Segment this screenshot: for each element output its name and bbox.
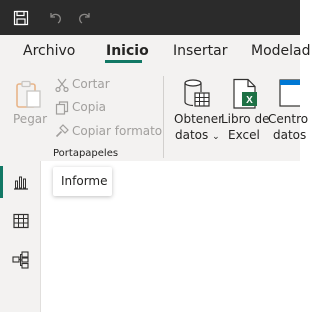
table-view-icon[interactable] bbox=[13, 213, 29, 229]
report-view-tooltip: Informe bbox=[53, 167, 112, 196]
tab-modelado[interactable]: Modelad bbox=[251, 43, 311, 59]
svg-text:X: X bbox=[246, 95, 253, 106]
tooltip-label: Informe bbox=[61, 174, 108, 188]
copy-icon bbox=[55, 100, 69, 115]
active-tab-indicator bbox=[105, 60, 142, 63]
get-data-dropdown[interactable]: datos ⌄ bbox=[175, 128, 220, 142]
model-view-icon[interactable] bbox=[12, 251, 30, 269]
data-hub-label-1[interactable]: Centro bbox=[268, 112, 308, 126]
tab-inicio[interactable]: Inicio bbox=[106, 43, 149, 59]
undo-icon[interactable] bbox=[44, 0, 66, 35]
chevron-down-icon: ⌄ bbox=[212, 132, 220, 142]
paste-icon bbox=[14, 79, 44, 109]
copy-button[interactable]: Copia bbox=[72, 100, 106, 114]
format-painter-icon bbox=[55, 123, 69, 138]
data-hub-icon bbox=[278, 78, 307, 110]
title-bar bbox=[0, 0, 300, 35]
format-painter-button[interactable]: Copiar formato bbox=[72, 124, 162, 138]
save-icon[interactable] bbox=[10, 0, 32, 35]
ribbon-group-separator bbox=[163, 76, 164, 158]
excel-workbook-icon: X bbox=[230, 78, 260, 110]
cut-icon bbox=[55, 77, 69, 93]
cut-button[interactable]: Cortar bbox=[72, 77, 110, 91]
get-data-label-2: datos bbox=[175, 128, 209, 142]
ribbon-tabs: Archivo Inicio Insertar Modelad bbox=[0, 35, 311, 69]
get-data-label-1[interactable]: Obtener bbox=[174, 112, 223, 126]
redo-icon[interactable] bbox=[74, 0, 96, 35]
tab-insertar[interactable]: Insertar bbox=[173, 43, 228, 59]
excel-workbook-label-1[interactable]: Libro de bbox=[221, 112, 269, 126]
paste-button[interactable]: Pegar bbox=[13, 112, 47, 126]
report-view-icon[interactable] bbox=[13, 174, 29, 190]
active-view-indicator bbox=[0, 166, 3, 198]
excel-workbook-label-2[interactable]: Excel bbox=[228, 128, 260, 142]
clipboard-group-label: Portapapeles bbox=[53, 148, 119, 159]
tab-archivo[interactable]: Archivo bbox=[23, 43, 75, 59]
data-hub-label-2[interactable]: datos bbox=[273, 128, 306, 142]
get-data-icon bbox=[182, 78, 212, 110]
